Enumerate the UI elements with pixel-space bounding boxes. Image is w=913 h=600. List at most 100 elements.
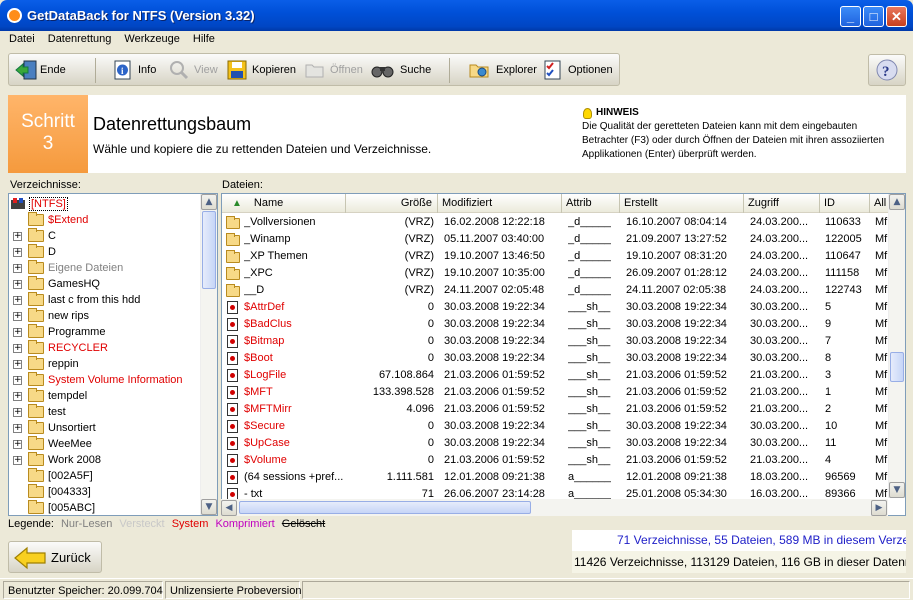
table-row[interactable]: __D (VRZ) 24.11.2007 02:05:48 _d_____ 24.11.… <box>222 282 890 299</box>
scroll-down-arrow-icon[interactable]: ▼ <box>889 482 905 498</box>
explorer-button[interactable]: Explorer <box>469 58 537 82</box>
tree-item[interactable]: + System Volume Information <box>13 372 183 388</box>
tree-item[interactable]: + RECYCLER <box>13 340 108 356</box>
maximize-button[interactable]: □ <box>863 6 884 27</box>
view-button[interactable]: View <box>169 58 218 82</box>
tree-root[interactable]: [NTFS] <box>10 196 68 212</box>
cell-name: _XP Themen <box>244 250 308 262</box>
table-row[interactable]: $MFTMirr 4.096 21.03.2006 01:59:52 ___sh__ 2… <box>222 401 890 418</box>
tree-item[interactable]: [002A5F] <box>13 468 93 484</box>
tree-item[interactable]: + GamesHQ <box>13 276 100 292</box>
tree-item[interactable]: + Work 2008 <box>13 452 101 468</box>
table-row[interactable]: $BadClus 0 30.03.2008 19:22:34 ___sh__ 30.03… <box>222 316 890 333</box>
scroll-up-arrow-icon[interactable]: ▲ <box>889 194 905 210</box>
tree-item[interactable]: + new rips <box>13 308 89 324</box>
table-row[interactable]: $Secure 0 30.03.2008 19:22:34 ___sh__ 30.03.… <box>222 418 890 435</box>
tree-item[interactable]: + reppin <box>13 356 79 372</box>
scroll-thumb[interactable] <box>202 211 216 289</box>
col-name[interactable]: ▲ Name <box>222 194 346 213</box>
col-modified[interactable]: Modifiziert <box>438 194 562 213</box>
ende-button[interactable]: Ende <box>15 58 66 82</box>
minimize-button[interactable]: _ <box>840 6 861 27</box>
directory-tree[interactable]: [NTFS] $Extend + C + D + Eigene Dateien + GamesH… <box>8 193 218 516</box>
col-access[interactable]: Zugriff <box>744 194 820 213</box>
files-scrollbar[interactable]: ▲ ▼ <box>888 194 905 498</box>
hscroll-thumb[interactable] <box>239 501 531 514</box>
col-id[interactable]: ID <box>820 194 870 213</box>
expand-icon[interactable]: + <box>13 455 22 465</box>
tree-item[interactable]: + tempdel <box>13 388 87 404</box>
menu-werkzeuge[interactable]: Werkzeuge <box>119 31 184 45</box>
tree-item[interactable]: + Programme <box>13 324 105 340</box>
table-row[interactable]: _Vollversionen (VRZ) 16.02.2008 12:22:18 _d… <box>222 214 890 231</box>
title-bar[interactable]: GetDataBack for NTFS (Version 3.32) _ □ … <box>0 0 913 31</box>
suche-button[interactable]: Suche <box>371 58 431 82</box>
expand-icon[interactable]: + <box>13 391 22 401</box>
menu-datenrettung[interactable]: Datenrettung <box>43 31 117 45</box>
col-attrib[interactable]: Attrib <box>562 194 620 213</box>
expand-icon[interactable]: + <box>13 375 22 385</box>
scroll-left-arrow-icon[interactable]: ◀ <box>221 500 237 516</box>
cell-size: 0 <box>427 335 434 347</box>
table-row[interactable]: _XP Themen (VRZ) 19.10.2007 13:46:50 _d____… <box>222 248 890 265</box>
files-hscrollbar[interactable]: ◀ ▶ <box>221 499 888 516</box>
scroll-thumb[interactable] <box>890 352 904 382</box>
expand-icon[interactable]: + <box>13 279 22 289</box>
expand-icon[interactable]: + <box>13 247 22 257</box>
expand-icon[interactable]: + <box>13 343 22 353</box>
table-row[interactable]: $UpCase 0 30.03.2008 19:22:34 ___sh__ 30.03.… <box>222 435 890 452</box>
menu-hilfe[interactable]: Hilfe <box>188 31 220 45</box>
oeffnen-button[interactable]: Öffnen <box>305 58 363 82</box>
tree-item[interactable]: + last c from this hdd <box>13 292 140 308</box>
tree-item[interactable]: $Extend <box>13 212 88 228</box>
sort-up-arrow-icon: ▲ <box>232 198 242 209</box>
optionen-button[interactable]: Optionen <box>543 58 613 82</box>
tree-item[interactable]: + Eigene Dateien <box>13 260 123 276</box>
table-row[interactable]: (64 sessions +pref... 1.111.581 12.01.2008… <box>222 469 890 486</box>
kopieren-button[interactable]: Kopieren <box>227 58 296 82</box>
menu-datei[interactable]: Datei <box>4 31 40 45</box>
tree-item[interactable]: + WeeMee <box>13 436 92 452</box>
expand-icon[interactable]: + <box>13 423 22 433</box>
tree-item[interactable]: [005ABC] <box>13 500 95 515</box>
tree-item[interactable]: + Unsortiert <box>13 420 96 436</box>
expand-icon[interactable]: + <box>13 359 22 369</box>
expand-icon[interactable]: + <box>13 407 22 417</box>
tree-item[interactable]: + test <box>13 404 66 420</box>
table-row[interactable]: $LogFile 67.108.864 21.03.2006 01:59:52 ___… <box>222 367 890 384</box>
table-row[interactable]: $MFT 133.398.528 21.03.2006 01:59:52 ___sh_… <box>222 384 890 401</box>
scroll-up-arrow-icon[interactable]: ▲ <box>201 194 217 210</box>
tree-item[interactable]: [004333] <box>13 484 91 500</box>
table-row[interactable]: _Winamp (VRZ) 05.11.2007 03:40:00 _d_____ 21… <box>222 231 890 248</box>
cell-access: 24.03.200... <box>750 284 809 296</box>
table-row[interactable]: $Boot 0 30.03.2008 19:22:34 ___sh__ 30.03.20… <box>222 350 890 367</box>
col-size[interactable]: Größe <box>346 194 438 213</box>
back-button[interactable]: Zurück <box>8 541 102 573</box>
table-row[interactable]: $Volume 0 21.03.2006 01:59:52 ___sh__ 21.03.… <box>222 452 890 469</box>
cell-mod: 30.03.2008 19:22:34 <box>444 437 545 449</box>
expand-icon[interactable]: + <box>13 231 22 241</box>
expand-icon[interactable]: + <box>13 263 22 273</box>
expand-icon[interactable]: + <box>13 327 22 337</box>
magnifier-icon <box>169 60 189 80</box>
folder-icon <box>28 356 44 370</box>
expand-icon[interactable]: + <box>13 295 22 305</box>
help-button[interactable]: ? <box>868 54 906 86</box>
expand-icon[interactable]: + <box>13 439 22 449</box>
cell-created: 21.09.2007 13:27:52 <box>626 233 727 245</box>
table-row[interactable]: $Bitmap 0 30.03.2008 19:22:34 ___sh__ 30.03.… <box>222 333 890 350</box>
table-row[interactable]: _XPC (VRZ) 19.10.2007 10:35:00 _d_____ 26.09… <box>222 265 890 282</box>
cell-id: 4 <box>825 454 832 466</box>
file-list[interactable]: ▲ Name Größe Modifiziert Attrib Erstellt … <box>221 193 906 516</box>
scroll-right-arrow-icon[interactable]: ▶ <box>871 500 887 516</box>
cell-attr: ___sh__ <box>568 318 611 330</box>
col-created[interactable]: Erstellt <box>620 194 744 213</box>
table-row[interactable]: $AttrDef 0 30.03.2008 19:22:34 ___sh__ 30.03… <box>222 299 890 316</box>
expand-icon[interactable]: + <box>13 311 22 321</box>
info-button[interactable]: i Info <box>113 58 156 82</box>
tree-item[interactable]: + C <box>13 228 56 244</box>
close-button[interactable]: ✕ <box>886 6 907 27</box>
tree-scrollbar[interactable]: ▲ ▼ <box>200 194 217 515</box>
tree-item[interactable]: + D <box>13 244 56 260</box>
scroll-down-arrow-icon[interactable]: ▼ <box>201 499 217 515</box>
